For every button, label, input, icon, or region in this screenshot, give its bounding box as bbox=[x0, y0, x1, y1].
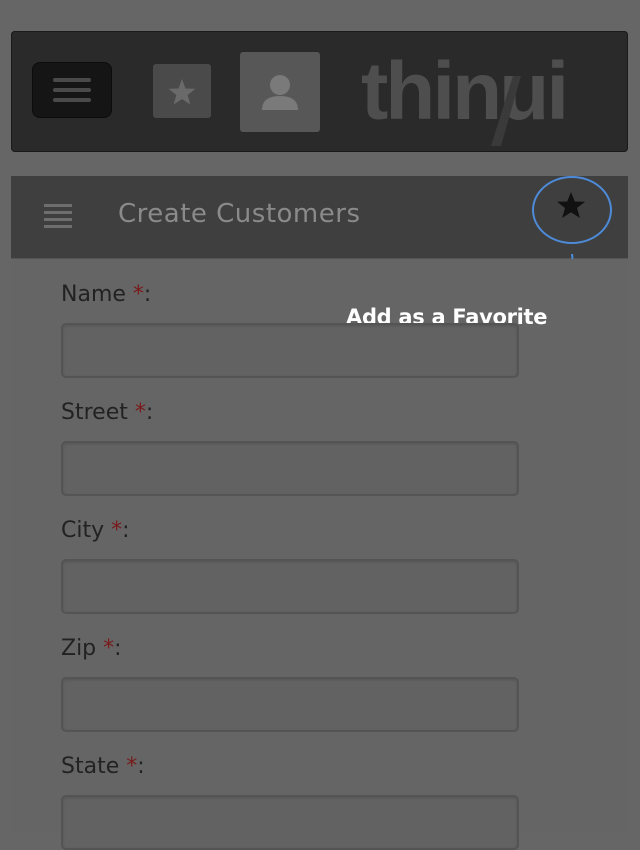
zip-input[interactable] bbox=[61, 677, 519, 732]
field-label-city: City *: bbox=[61, 518, 130, 543]
hamburger-icon-line bbox=[53, 98, 91, 102]
list-icon[interactable] bbox=[44, 201, 74, 231]
state-input[interactable] bbox=[61, 795, 519, 850]
name-input[interactable] bbox=[61, 323, 519, 378]
app-logo: thinui bbox=[361, 46, 569, 137]
star-icon bbox=[168, 79, 196, 105]
panel-header: Create Customers bbox=[11, 176, 628, 259]
city-input[interactable] bbox=[61, 559, 519, 614]
hamburger-icon-line bbox=[53, 88, 91, 92]
star-icon[interactable] bbox=[556, 190, 586, 220]
page-title: Create Customers bbox=[118, 199, 361, 229]
user-icon bbox=[262, 75, 298, 110]
field-label-state: State *: bbox=[61, 754, 145, 779]
logo-swoosh bbox=[491, 76, 521, 146]
field-label-zip: Zip *: bbox=[61, 636, 122, 661]
field-label-name: Name *: bbox=[61, 282, 152, 307]
field-label-street: Street *: bbox=[61, 400, 154, 425]
menu-button[interactable] bbox=[32, 62, 112, 118]
street-input[interactable] bbox=[61, 441, 519, 496]
user-profile-button[interactable] bbox=[240, 52, 320, 132]
hamburger-icon-line bbox=[53, 78, 91, 82]
app-header: thinui bbox=[11, 31, 628, 152]
favorites-button[interactable] bbox=[153, 64, 211, 118]
